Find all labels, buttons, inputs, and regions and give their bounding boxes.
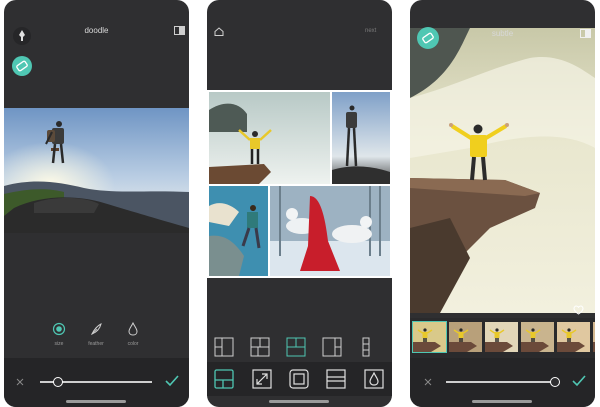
- filter-thumbnail[interactable]: [485, 322, 518, 352]
- cancel-icon[interactable]: [424, 378, 432, 386]
- layout-grid-icon[interactable]: [250, 337, 270, 357]
- slider-thumb[interactable]: [549, 377, 560, 387]
- doodle-screen: doodle size feather color: [4, 0, 189, 407]
- heart-icon[interactable]: [573, 305, 584, 315]
- size-option[interactable]: size: [44, 322, 74, 347]
- layout-selected-icon[interactable]: [286, 337, 306, 357]
- feather-option[interactable]: feather: [81, 322, 111, 347]
- color-option[interactable]: color: [118, 322, 148, 347]
- collage-photo-2[interactable]: [332, 92, 390, 184]
- collage-photo-1[interactable]: [209, 92, 330, 184]
- eraser-icon: [12, 56, 32, 76]
- home-icon[interactable]: [214, 27, 224, 36]
- layout-strip-icon[interactable]: [362, 337, 370, 357]
- feather-label: feather: [88, 341, 104, 347]
- brush-options: size feather color: [44, 322, 149, 352]
- home-indicator: [66, 400, 126, 403]
- compare-icon: [174, 26, 185, 35]
- layout-tool-icon[interactable]: [214, 369, 234, 389]
- layout-columns-icon[interactable]: [322, 337, 342, 357]
- size-dot-icon: [52, 322, 66, 336]
- collage-screen: next: [207, 0, 392, 407]
- layout-split-icon[interactable]: [214, 337, 234, 357]
- drop-icon: [128, 322, 138, 336]
- filter-name: subtle: [491, 29, 514, 38]
- eraser-tool-button[interactable]: [11, 55, 33, 77]
- filter-thumbnail[interactable]: [412, 321, 447, 353]
- hiker-photo: [4, 108, 189, 233]
- brush-slider[interactable]: [40, 377, 152, 387]
- collage-canvas: [207, 90, 392, 278]
- photo-canvas[interactable]: [4, 108, 189, 233]
- border-icon[interactable]: [289, 369, 309, 389]
- filter-thumbnail[interactable]: [449, 322, 482, 352]
- slider-thumb[interactable]: [52, 377, 63, 387]
- confirm-check-icon[interactable]: [572, 375, 586, 387]
- cancel-icon[interactable]: [16, 378, 24, 386]
- layout-options: [207, 330, 392, 360]
- filter-thumbnail[interactable]: [521, 322, 554, 352]
- size-label: size: [54, 341, 64, 347]
- filter-thumbnails: [410, 318, 595, 358]
- filtered-photo[interactable]: [410, 28, 595, 313]
- compare-button[interactable]: [580, 29, 591, 38]
- filter-screen: subtle: [410, 0, 595, 407]
- home-indicator: [472, 400, 532, 403]
- cliff-photo: [410, 28, 595, 313]
- background-icon[interactable]: [364, 369, 384, 389]
- feather-icon: [90, 323, 102, 335]
- resize-icon[interactable]: [252, 369, 272, 389]
- compare-icon: [580, 29, 591, 38]
- home-indicator: [269, 400, 329, 403]
- filter-thumbnail[interactable]: [557, 322, 590, 352]
- screen-title: doodle: [84, 26, 109, 35]
- filter-thumbnail[interactable]: [593, 322, 595, 352]
- collage-photo-3[interactable]: [209, 186, 268, 276]
- confirm-check-icon[interactable]: [165, 375, 179, 387]
- tool-bar: [207, 362, 392, 396]
- color-label: color: [127, 341, 139, 347]
- intensity-slider[interactable]: [446, 377, 560, 387]
- spacing-icon[interactable]: [326, 369, 346, 389]
- next-button[interactable]: next: [365, 28, 376, 34]
- collage-photo-4[interactable]: [270, 186, 390, 276]
- compare-button[interactable]: [174, 26, 185, 35]
